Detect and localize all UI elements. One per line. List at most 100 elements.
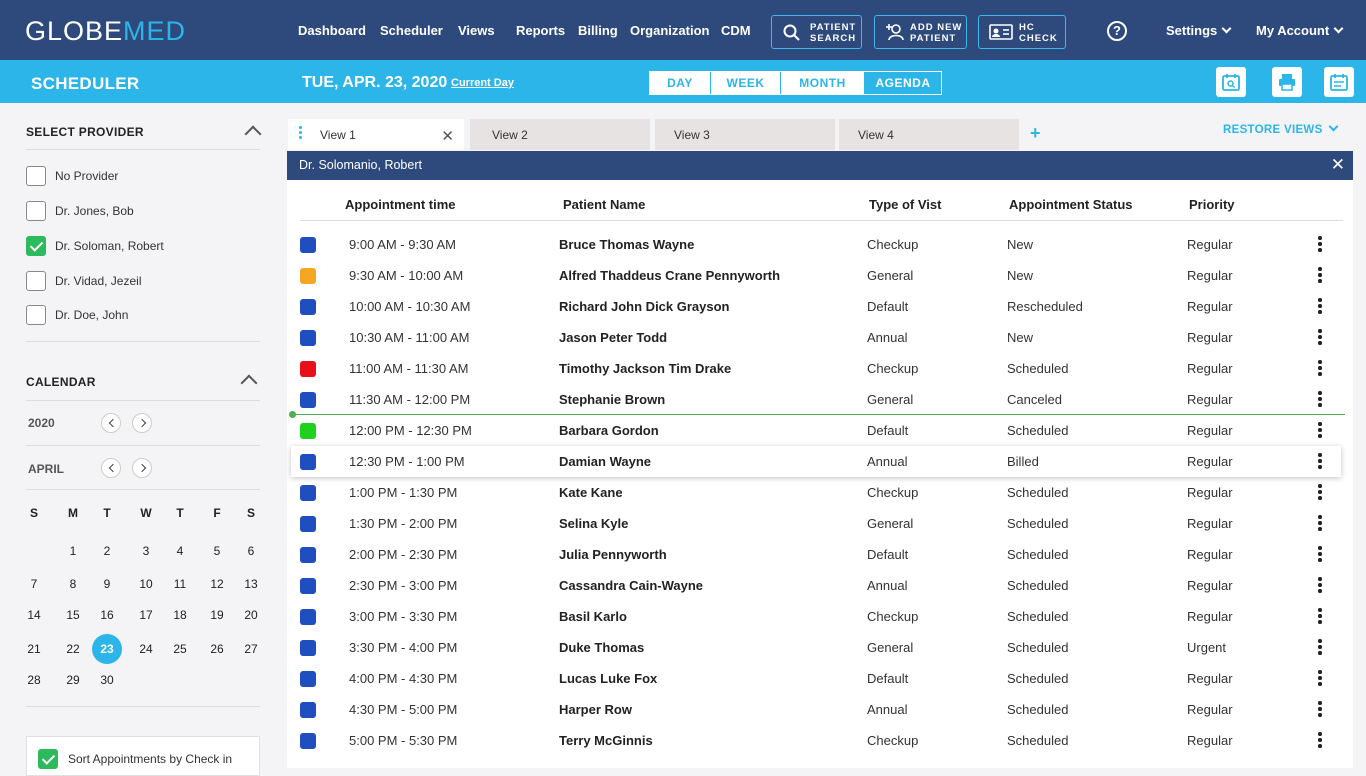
- tab-view-4[interactable]: View 4: [839, 119, 1019, 150]
- calendar-search-button[interactable]: [1216, 67, 1246, 97]
- nav-views[interactable]: Views: [458, 23, 495, 38]
- chevron-up-icon[interactable]: [244, 125, 262, 143]
- provider-checkbox[interactable]: [26, 305, 46, 325]
- nav-cdm[interactable]: CDM: [721, 23, 751, 38]
- next-year-button[interactable]: [132, 413, 152, 433]
- provider-checkbox[interactable]: [26, 236, 46, 256]
- chevron-up-icon[interactable]: [240, 374, 258, 392]
- calendar-day[interactable]: 24: [131, 634, 161, 664]
- more-options-icon[interactable]: [1318, 298, 1322, 316]
- prev-year-button[interactable]: [101, 413, 121, 433]
- drag-handle-icon[interactable]: [299, 126, 302, 141]
- more-options-icon[interactable]: [1318, 701, 1322, 719]
- table-row[interactable]: 3:30 PM - 4:00 PM Duke Thomas General Sched…: [287, 632, 1353, 663]
- table-row[interactable]: 1:00 PM - 1:30 PM Kate Kane Checkup Schedul…: [287, 477, 1353, 508]
- calendar-day[interactable]: 6: [236, 536, 266, 566]
- table-row[interactable]: 5:00 PM - 5:30 PM Terry McGinnis Checkup Sc…: [287, 725, 1353, 756]
- more-options-icon[interactable]: [1318, 608, 1322, 626]
- column-header-status[interactable]: Appointment Status: [1009, 197, 1133, 212]
- nav-dashboard[interactable]: Dashboard: [298, 23, 366, 38]
- nav-organization[interactable]: Organization: [630, 23, 709, 38]
- table-row[interactable]: 12:00 PM - 12:30 PM Barbara Gordon Default…: [287, 415, 1353, 446]
- close-icon[interactable]: ✕: [1331, 155, 1345, 175]
- calendar-day[interactable]: 5: [202, 536, 232, 566]
- close-icon[interactable]: ✕: [441, 127, 454, 145]
- column-header-patient[interactable]: Patient Name: [563, 197, 645, 212]
- settings-dropdown[interactable]: Settings: [1166, 23, 1232, 38]
- calendar-day[interactable]: 9: [92, 569, 122, 599]
- calendar-day[interactable]: 20: [236, 600, 266, 630]
- calendar-day[interactable]: 15: [58, 600, 88, 630]
- table-row[interactable]: 3:00 PM - 3:30 PM Basil Karlo Checkup Sched…: [287, 601, 1353, 632]
- provider-checkbox[interactable]: [26, 201, 46, 221]
- help-icon[interactable]: ?: [1107, 21, 1127, 41]
- more-options-icon[interactable]: [1318, 515, 1322, 533]
- table-row[interactable]: 12:30 PM - 1:00 PM Damian Wayne Annual Bill…: [291, 446, 1341, 477]
- column-header-type[interactable]: Type of Vist: [869, 197, 941, 212]
- calendar-day[interactable]: 27: [236, 634, 266, 664]
- calendar-day[interactable]: 8: [58, 569, 88, 599]
- column-header-time[interactable]: Appointment time: [345, 197, 456, 212]
- prev-month-button[interactable]: [101, 458, 121, 478]
- calendar-day[interactable]: 13: [236, 569, 266, 599]
- more-options-icon[interactable]: [1318, 732, 1322, 750]
- table-row[interactable]: 1:30 PM - 2:00 PM Selina Kyle General Sched…: [287, 508, 1353, 539]
- restore-views-dropdown[interactable]: RESTORE VIEWS: [1223, 121, 1338, 136]
- provider-checkbox[interactable]: [26, 271, 46, 291]
- table-row[interactable]: 4:00 PM - 4:30 PM Lucas Luke Fox Default Sc…: [287, 663, 1353, 694]
- print-button[interactable]: [1272, 67, 1302, 97]
- calendar-day[interactable]: 11: [165, 569, 195, 599]
- calendar-day[interactable]: 17: [131, 600, 161, 630]
- more-options-icon[interactable]: [1318, 546, 1322, 564]
- calendar-day[interactable]: 21: [19, 634, 49, 664]
- table-row[interactable]: 10:00 AM - 10:30 AM Richard John Dick Gra…: [287, 291, 1353, 322]
- more-options-icon[interactable]: [1318, 236, 1322, 254]
- tab-agenda[interactable]: AGENDA: [865, 72, 941, 94]
- more-options-icon[interactable]: [1318, 422, 1322, 440]
- calendar-day[interactable]: 26: [202, 634, 232, 664]
- table-row[interactable]: 9:30 AM - 10:00 AM Alfred Thaddeus Crane …: [287, 260, 1353, 291]
- more-options-icon[interactable]: [1318, 329, 1322, 347]
- table-row[interactable]: 9:00 AM - 9:30 AM Bruce Thomas Wayne Check…: [287, 229, 1353, 260]
- calendar-day[interactable]: 19: [202, 600, 232, 630]
- calendar-day[interactable]: 25: [165, 634, 195, 664]
- more-options-icon[interactable]: [1318, 360, 1322, 378]
- current-day-link[interactable]: Current Day: [451, 77, 514, 89]
- calendar-day[interactable]: 12: [202, 569, 232, 599]
- calendar-day[interactable]: 29: [58, 665, 88, 695]
- tab-week[interactable]: WEEK: [711, 72, 781, 94]
- more-options-icon[interactable]: [1318, 577, 1322, 595]
- more-options-icon[interactable]: [1318, 484, 1322, 502]
- calendar-day[interactable]: 16: [92, 600, 122, 630]
- more-options-icon[interactable]: [1318, 391, 1322, 409]
- tab-view-2[interactable]: View 2: [470, 119, 650, 150]
- sort-checkbox[interactable]: [38, 749, 58, 769]
- more-options-icon[interactable]: [1318, 453, 1322, 471]
- tab-view-3[interactable]: View 3: [655, 119, 835, 150]
- calendar-day[interactable]: 18: [165, 600, 195, 630]
- nav-billing[interactable]: Billing: [578, 23, 618, 38]
- next-month-button[interactable]: [132, 458, 152, 478]
- add-view-button[interactable]: +: [1030, 123, 1041, 144]
- nav-scheduler[interactable]: Scheduler: [380, 23, 443, 38]
- calendar-day[interactable]: 1: [58, 536, 88, 566]
- more-options-icon[interactable]: [1318, 639, 1322, 657]
- table-row[interactable]: 10:30 AM - 11:00 AM Jason Peter Todd Annua…: [287, 322, 1353, 353]
- my-account-dropdown[interactable]: My Account: [1256, 23, 1344, 38]
- provider-checkbox[interactable]: [26, 166, 46, 186]
- table-row[interactable]: 11:30 AM - 12:00 PM Stephanie Brown Genera…: [287, 384, 1353, 415]
- hc-check-button[interactable]: HC CHECK: [978, 15, 1066, 49]
- table-row[interactable]: 2:00 PM - 2:30 PM Julia Pennyworth Default…: [287, 539, 1353, 570]
- tab-view-1[interactable]: View 1 ✕: [288, 119, 464, 150]
- calendar-day[interactable]: 30: [92, 665, 122, 695]
- calendar-day[interactable]: 10: [131, 569, 161, 599]
- nav-reports[interactable]: Reports: [516, 23, 565, 38]
- calendar-day[interactable]: 3: [131, 536, 161, 566]
- more-options-icon[interactable]: [1318, 670, 1322, 688]
- calendar-day[interactable]: 28: [19, 665, 49, 695]
- calendar-day[interactable]: 2: [92, 536, 122, 566]
- more-options-icon[interactable]: [1318, 267, 1322, 285]
- add-new-patient-button[interactable]: ADD NEW PATIENT: [874, 15, 967, 49]
- calendar-day-selected[interactable]: 23: [92, 634, 122, 664]
- calendar-day[interactable]: 22: [58, 634, 88, 664]
